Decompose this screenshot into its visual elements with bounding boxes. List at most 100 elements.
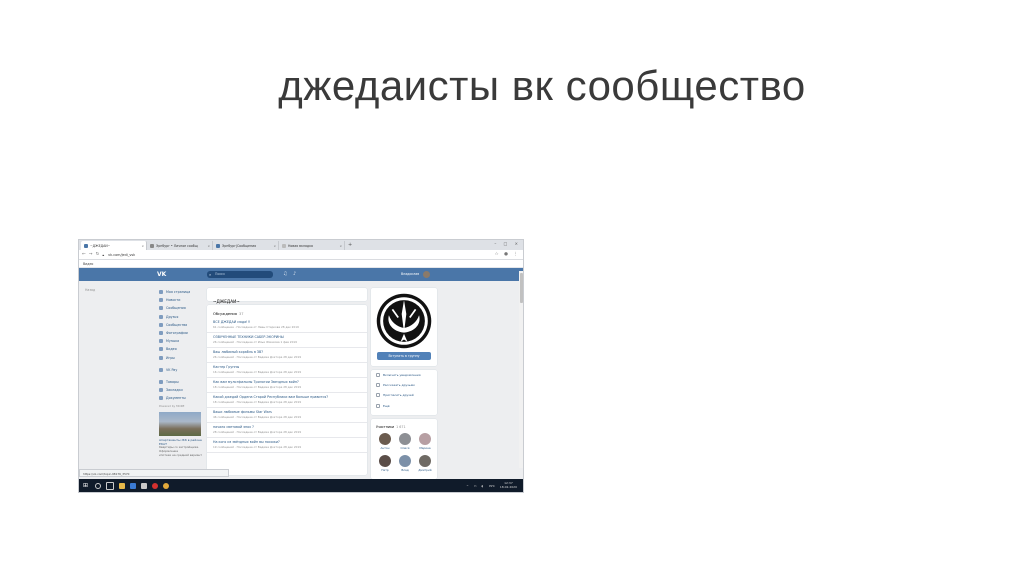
members-card: Участники 1 671 Антон Олеся Марина Петр В… bbox=[371, 419, 437, 479]
lock-icon: 🔒︎ bbox=[102, 252, 105, 257]
search-input[interactable]: ⌕ Поиск bbox=[207, 271, 273, 278]
goods-icon bbox=[159, 379, 163, 384]
sidebar-item-messages[interactable]: Сообщения bbox=[159, 304, 205, 312]
sidebar-item-music[interactable]: Музыка bbox=[159, 337, 205, 345]
slide-title: джедаисты вк сообщество bbox=[278, 62, 806, 109]
scrollbar-thumb[interactable] bbox=[519, 273, 523, 303]
avatar bbox=[399, 433, 411, 445]
sidebar-item-vkpay[interactable]: VK Pay bbox=[159, 366, 205, 374]
tab-jedi[interactable]: ~ДЖЕДАИ~ × bbox=[81, 241, 147, 250]
megaphone-icon bbox=[376, 383, 380, 387]
sidebar-item-my-page[interactable]: Моя страница bbox=[159, 288, 205, 296]
star-icon[interactable]: ☆ ● ⋮ bbox=[495, 252, 520, 257]
back-arrow-icon[interactable]: ← bbox=[82, 252, 86, 257]
store-icon[interactable] bbox=[130, 482, 136, 489]
tab-label: Эрнбург • Личное сообщ bbox=[156, 243, 198, 248]
list-item[interactable]: Кастер Группы 16 сообщений · Последнее от… bbox=[207, 363, 367, 378]
address-bar: ← → ↻ 🔒︎ vk.com/jedi_vsk ☆ ● ⋮ bbox=[79, 250, 523, 260]
windows-start-icon[interactable]: ⊞ bbox=[83, 482, 89, 489]
bookmark-video[interactable]: Видео bbox=[83, 262, 93, 266]
explorer-icon[interactable] bbox=[119, 482, 125, 489]
close-icon[interactable]: × bbox=[207, 244, 210, 248]
back-link[interactable]: Назад bbox=[79, 288, 95, 292]
member-item[interactable]: Влад bbox=[395, 453, 415, 475]
powered-by: Powered by MORE bbox=[159, 404, 185, 409]
task-view-icon[interactable] bbox=[106, 481, 114, 490]
tab-messages[interactable]: Эрнбург|Сообщения × bbox=[213, 241, 279, 250]
list-item[interactable]: Какой джедай Ордена Старой Республики ва… bbox=[207, 393, 367, 408]
language-indicator[interactable]: РУС bbox=[489, 484, 495, 488]
ad-image[interactable] bbox=[159, 412, 201, 437]
invite-friends-button[interactable]: Пригласить друзей bbox=[371, 390, 437, 400]
actions-card: Включить уведомления Рассказать друзьям … bbox=[371, 370, 437, 415]
vk-tab-icon bbox=[216, 243, 220, 248]
sidebar-item-photos[interactable]: Фотографии bbox=[159, 329, 205, 337]
list-item[interactable]: Ваш любимый корабль в ЗВ? 26 сообщений · … bbox=[207, 348, 367, 363]
right-column: Вступить в группу Включить уведомления Р… bbox=[371, 288, 437, 479]
search-icon[interactable] bbox=[95, 482, 101, 489]
search-placeholder: Поиск bbox=[215, 272, 226, 276]
topic-meta: 61 сообщение · Последнее от Левы Старков… bbox=[213, 325, 299, 329]
sidebar-item-games[interactable]: Игры bbox=[159, 354, 205, 362]
sidebar-item-video[interactable]: Видео bbox=[159, 345, 205, 353]
mail-icon[interactable] bbox=[141, 482, 147, 489]
close-icon[interactable]: × bbox=[339, 244, 342, 248]
ad-description-2: ипотеки на средний вариант bbox=[159, 452, 202, 457]
join-group-button[interactable]: Вступить в группу bbox=[377, 352, 431, 360]
chat-tab-icon bbox=[150, 243, 154, 248]
tab-new[interactable]: Новая вкладка × bbox=[279, 241, 345, 250]
members-header[interactable]: Участники 1 671 bbox=[371, 419, 437, 429]
sidebar-item-friends[interactable]: Друзья bbox=[159, 313, 205, 321]
list-item[interactable]: ОЗВУЧЕННЫЕ ТЕХНИКИ САБЕР-ЭКОРИНЫ 26 сообщ… bbox=[207, 333, 367, 348]
close-icon[interactable]: × bbox=[141, 244, 144, 248]
topic-meta: 19 сообщений · Последнее от Вадима Докто… bbox=[213, 445, 302, 449]
avatar[interactable] bbox=[423, 271, 430, 278]
clock[interactable]: 12:37 18.02.2020 bbox=[500, 481, 517, 489]
discussions-header[interactable]: Обсуждения 37 bbox=[207, 305, 367, 318]
sidebar-item-documents[interactable]: Документы bbox=[159, 394, 205, 402]
member-item[interactable]: Антон bbox=[375, 431, 395, 453]
list-item[interactable]: На кого из звёздных войн вы похожи? 19 со… bbox=[207, 438, 367, 453]
member-item[interactable]: Дмитрий bbox=[415, 453, 435, 475]
new-tab-button[interactable]: + bbox=[345, 241, 352, 250]
list-item[interactable]: ВСЕ ДЖЕДАИ сюда!!! 61 сообщение · Последн… bbox=[207, 318, 367, 333]
sidebar-item-goods[interactable]: Товары bbox=[159, 378, 205, 386]
games-icon bbox=[159, 355, 163, 360]
music-icon[interactable]: ♪ bbox=[293, 271, 296, 277]
sidebar-item-news[interactable]: Новости bbox=[159, 296, 205, 304]
page-scrollbar[interactable] bbox=[519, 271, 523, 468]
tray-icons[interactable]: ^ ▭ ◖ bbox=[466, 484, 485, 488]
bell-icon[interactable]: ♫ bbox=[283, 271, 287, 277]
close-icon[interactable]: × bbox=[273, 244, 276, 248]
member-item[interactable]: Петр bbox=[375, 453, 395, 475]
jedi-order-emblem-icon[interactable] bbox=[375, 292, 433, 350]
avatar bbox=[399, 455, 411, 467]
community-avatar-card: Вступить в группу bbox=[371, 288, 437, 366]
window-controls[interactable]: – □ × bbox=[494, 241, 521, 246]
newtab-tab-icon bbox=[282, 243, 286, 248]
list-item[interactable]: начало световой эпох ? 28 сообщений · Пос… bbox=[207, 423, 367, 438]
tell-friends-button[interactable]: Рассказать друзьям bbox=[371, 380, 437, 390]
enable-notifications-button[interactable]: Включить уведомления bbox=[371, 370, 437, 380]
list-item[interactable]: Ваши любимые фильмы Star Wars 46 сообщени… bbox=[207, 408, 367, 423]
sidebar-item-bookmarks[interactable]: Закладки bbox=[159, 386, 205, 394]
member-item[interactable]: Марина bbox=[415, 431, 435, 453]
sidebar-item-communities[interactable]: Сообщества bbox=[159, 321, 205, 329]
more-button[interactable]: Ещё bbox=[371, 400, 437, 412]
add-user-icon bbox=[376, 393, 380, 397]
list-item[interactable]: Как вам мультфильмы Трилогии Звездных во… bbox=[207, 378, 367, 393]
home-icon bbox=[159, 290, 163, 295]
chrome-icon[interactable] bbox=[163, 482, 169, 489]
page-content: Назад Моя страница Новости Сообщения Дру… bbox=[79, 280, 523, 479]
system-tray: ^ ▭ ◖ РУС 12:37 18.02.2020 bbox=[466, 481, 523, 489]
url-field[interactable]: vk.com/jedi_vsk bbox=[108, 253, 135, 257]
tab-personal-messages[interactable]: Эрнбург • Личное сообщ × bbox=[147, 241, 213, 250]
members-count: 1 671 bbox=[396, 425, 406, 429]
vk-logo[interactable]: VK bbox=[157, 271, 169, 278]
member-item[interactable]: Олеся bbox=[395, 431, 415, 453]
opera-icon[interactable] bbox=[152, 482, 158, 489]
user-name[interactable]: Владислав bbox=[401, 271, 419, 278]
reload-icon[interactable]: ↻ bbox=[96, 252, 100, 257]
forward-arrow-icon[interactable]: → bbox=[89, 252, 93, 257]
browser-screenshot: ~ДЖЕДАИ~ × Эрнбург • Личное сообщ × Эрнб… bbox=[78, 239, 524, 493]
